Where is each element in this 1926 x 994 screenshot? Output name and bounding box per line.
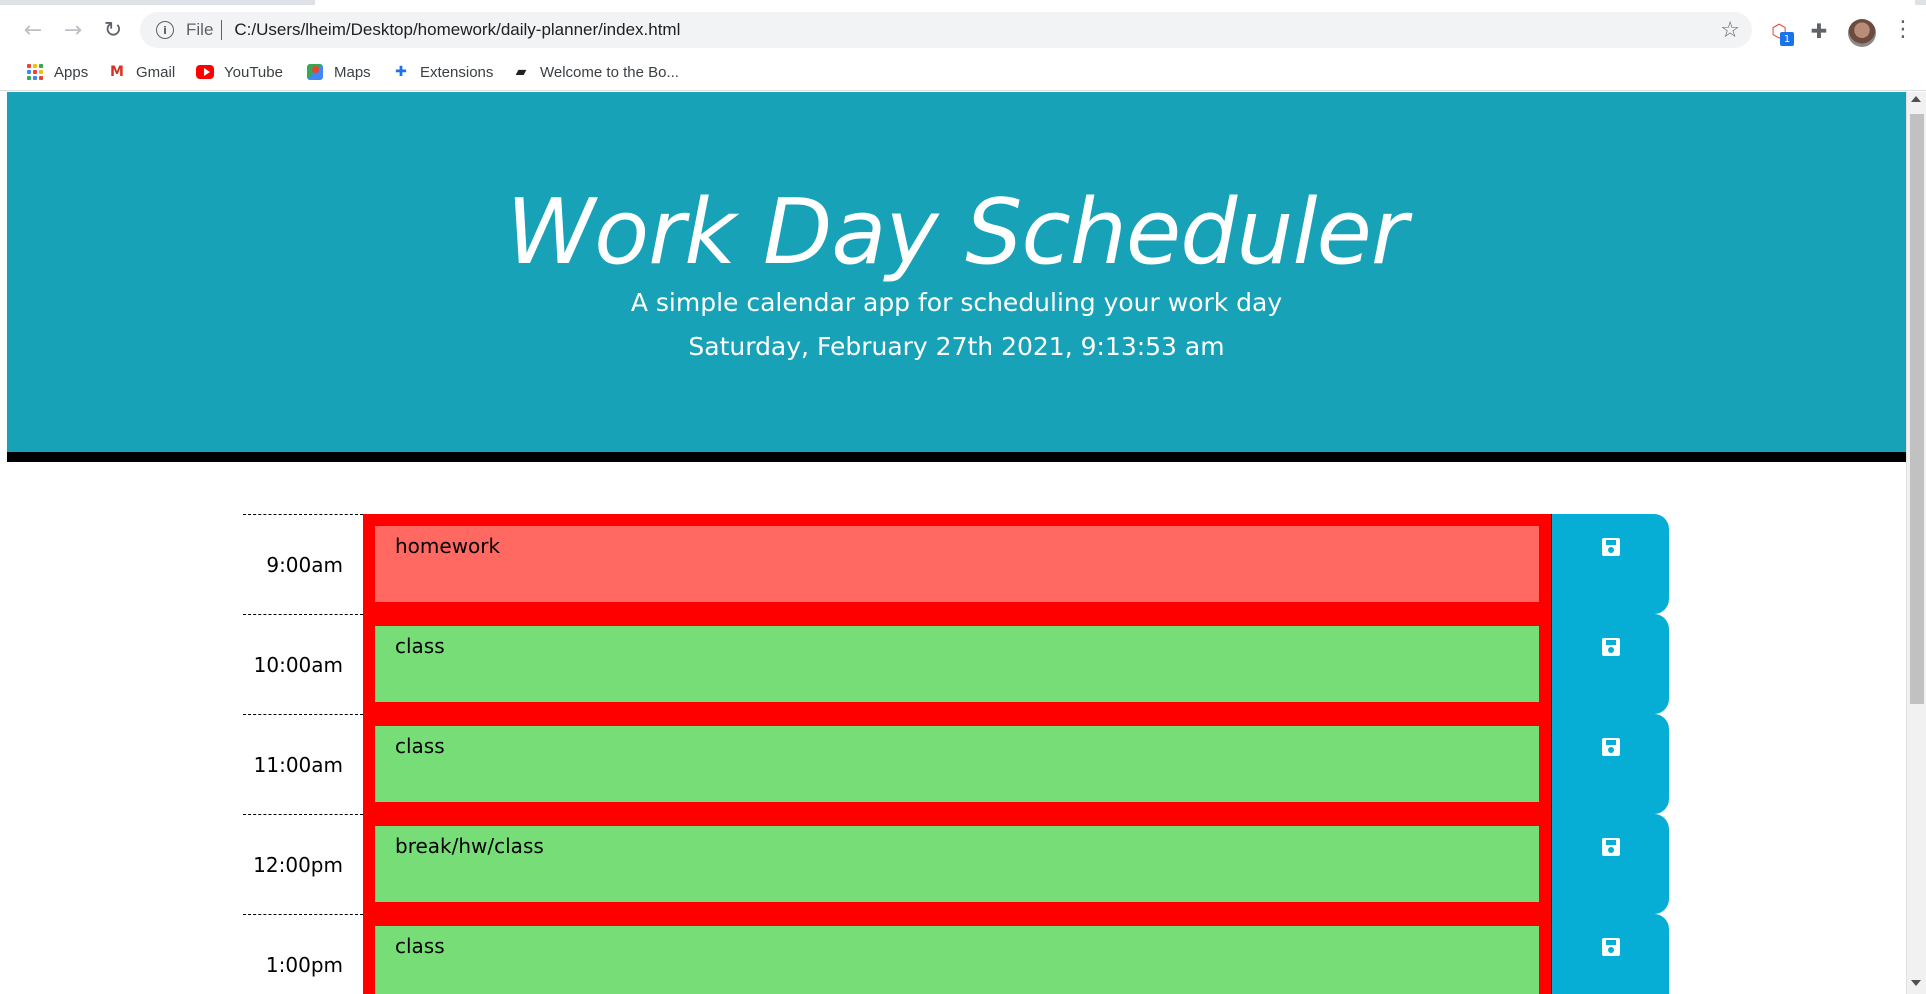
event-description[interactable]: class [363,714,1551,814]
event-description[interactable]: class [363,614,1551,714]
bookmark-label: Maps [334,63,371,81]
avatar[interactable] [1848,19,1876,47]
floppy-disk-icon [1602,638,1620,656]
bookmark-label: Extensions [420,63,494,81]
hour-label: 12:00pm [243,814,363,914]
page-viewport: Work Day Scheduler A simple calendar app… [7,92,1906,994]
maps-icon [306,63,324,81]
floppy-disk-icon [1602,938,1620,956]
url-text[interactable]: C:/Users/lheim/Desktop/homework/daily-pl… [234,20,680,40]
scroll-thumb[interactable] [1910,114,1924,704]
bookmark-label: Welcome to the Bo... [540,63,679,81]
extension-icon[interactable]: ⬡ 1 [1766,18,1794,46]
bookmark-gmail[interactable]: M Gmail [108,59,175,85]
floppy-disk-icon [1602,738,1620,756]
jumbotron-header: Work Day Scheduler A simple calendar app… [7,92,1906,462]
forward-arrow-icon[interactable]: → [58,15,88,45]
bookmark-youtube[interactable]: YouTube [196,59,283,85]
url-scheme: File [186,20,214,39]
hour-label: 9:00am [243,514,363,614]
hour-label: 10:00am [243,614,363,714]
kebab-menu-icon[interactable]: ⋮ [1892,17,1914,47]
address-bar[interactable]: i File C:/Users/lheim/Desktop/homework/d… [140,12,1752,48]
event-description[interactable]: class [363,914,1551,994]
save-button[interactable] [1551,714,1669,814]
hour-label: 1:00pm [243,914,363,994]
bookmark-apps[interactable]: Apps [26,59,88,85]
save-button[interactable] [1551,614,1669,714]
info-icon[interactable]: i [156,21,174,39]
bookmarks-bar: Apps M Gmail YouTube Maps ✚ Extensions ▰… [0,53,1926,91]
reload-icon[interactable]: ↻ [98,15,128,45]
back-arrow-icon[interactable]: ← [18,15,48,45]
star-icon[interactable]: ☆ [1720,18,1740,43]
time-block-row: 1:00pm class [243,914,1675,994]
time-block-row: 9:00am homework [243,514,1675,614]
time-block-row: 12:00pm break/hw/class [243,814,1675,914]
puzzle-icon[interactable]: ✚ [1806,18,1832,44]
floppy-disk-icon [1602,538,1620,556]
bookmark-maps[interactable]: Maps [306,59,371,85]
page-title: Work Day Scheduler [506,180,1408,285]
browser-toolbar: ← → ↻ i File C:/Users/lheim/Desktop/home… [0,5,1926,53]
book-icon: ▰ [515,64,527,80]
bookmark-label: YouTube [224,63,283,81]
youtube-icon [196,63,214,81]
time-block-row: 10:00am class [243,614,1675,714]
floppy-disk-icon [1602,838,1620,856]
gmail-icon: M [110,64,124,80]
hour-label: 11:00am [243,714,363,814]
apps-grid-icon [26,63,44,81]
save-button[interactable] [1551,914,1669,994]
url-separator [221,20,223,40]
puzzle-icon: ✚ [395,64,407,80]
time-block-row: 11:00am class [243,714,1675,814]
event-description[interactable]: homework [363,514,1551,614]
scroll-up-arrow-icon[interactable] [1911,96,1921,102]
bookmark-welcome[interactable]: ▰ Welcome to the Bo... [512,59,679,85]
scroll-down-arrow-icon[interactable] [1911,980,1921,986]
save-button[interactable] [1551,814,1669,914]
bookmark-extensions[interactable]: ✚ Extensions [392,59,493,85]
vertical-scrollbar[interactable] [1906,92,1926,994]
event-description[interactable]: break/hw/class [363,814,1551,914]
extension-badge: 1 [1780,32,1794,46]
current-day: Saturday, February 27th 2021, 9:13:53 am [688,332,1225,361]
bookmark-label: Apps [54,63,89,81]
page-subtitle: A simple calendar app for scheduling you… [630,288,1283,317]
bookmark-label: Gmail [136,63,176,81]
save-button[interactable] [1551,514,1669,614]
